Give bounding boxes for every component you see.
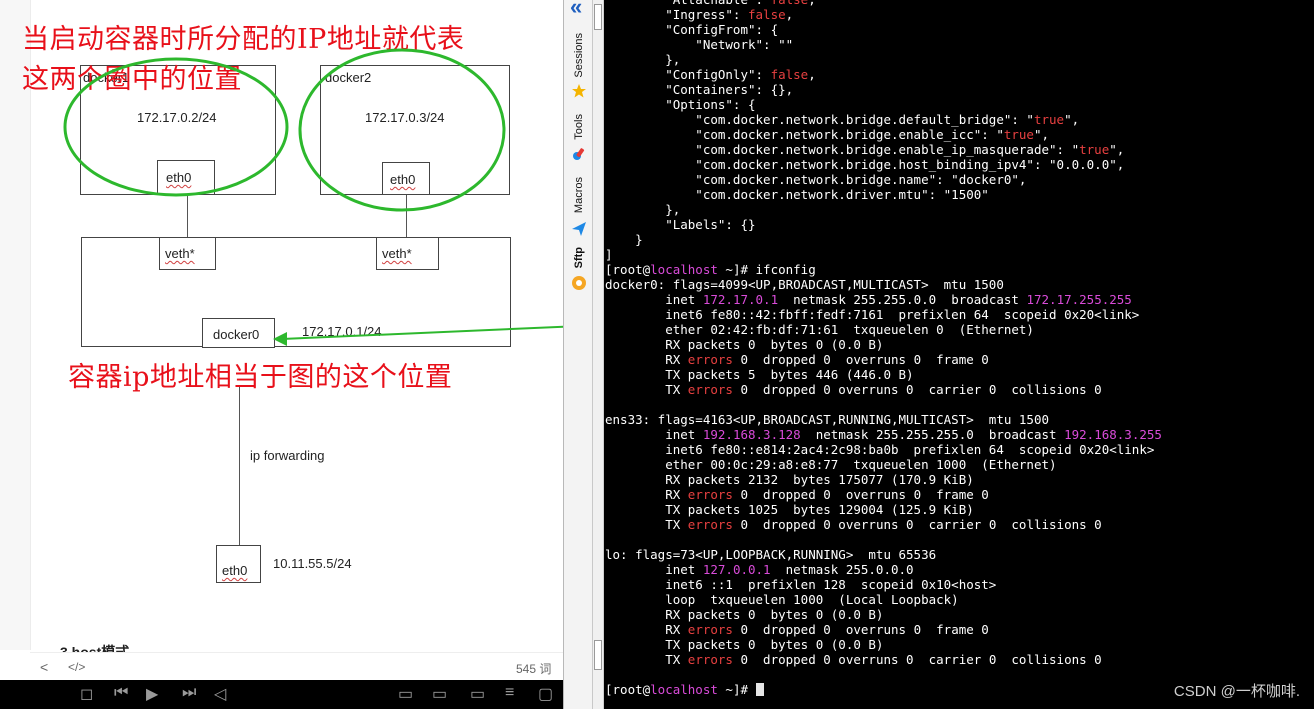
code-view-button[interactable]: </> <box>68 660 85 674</box>
csdn-watermark: CSDN @一杯咖啡. <box>1173 683 1300 700</box>
annotation-top-line1: 当启动容器时所分配的IP地址就代表 <box>22 24 465 55</box>
forwarding-label: ip forwarding <box>250 448 325 463</box>
bridge-box <box>81 237 511 347</box>
tab-sftp[interactable]: Sftp <box>566 244 592 272</box>
host-ip: 10.11.55.5/24 <box>273 556 352 571</box>
scroll-up-arrow[interactable] <box>594 4 602 30</box>
terminal-cursor <box>755 683 764 696</box>
connector-c2 <box>406 195 407 238</box>
volume-icon[interactable]: ◁ <box>214 684 226 704</box>
tab-sessions[interactable]: Sessions <box>566 28 592 82</box>
document-status-bar: < </> 545 词 <box>30 652 563 683</box>
expand-icon[interactable]: ▢ <box>538 684 553 704</box>
container2-ip: 172.17.0.3/24 <box>365 110 445 125</box>
menu-icon[interactable]: ≡ <box>505 684 514 702</box>
stop-icon[interactable]: ◻ <box>80 684 93 704</box>
connector-c1 <box>187 195 188 238</box>
tab-tools[interactable]: Tools <box>566 108 592 146</box>
back-button[interactable]: < <box>40 659 48 675</box>
veth-right: veth* <box>382 246 412 261</box>
annotation-mid: 容器ip地址相当于图的这个位置 <box>68 362 453 393</box>
annotation-top-line2: 这两个圈中的位置 <box>22 64 242 95</box>
macros-icon <box>572 222 586 236</box>
media-control-bar: ◻ ⏮ ▶ ⏭ ◁ ▭ ▭ ▭ ≡ ▢ <box>0 680 563 709</box>
terminal-scrollbar[interactable] <box>593 0 604 709</box>
forwarding-line <box>239 385 240 545</box>
collapse-icon[interactable]: « <box>570 0 582 20</box>
star-icon <box>572 84 586 98</box>
next-icon[interactable]: ⏭ <box>182 684 196 702</box>
tools-icon <box>573 148 585 160</box>
document-gutter <box>0 0 31 650</box>
container2-eth: eth0 <box>390 172 416 187</box>
play-icon[interactable]: ▶ <box>146 684 158 704</box>
word-count: 545 词 <box>516 662 552 676</box>
fullscreen-icon[interactable]: ▭ <box>432 684 447 704</box>
document-panel: docker1 172.17.0.2/24 eth0 docker2 172.1… <box>0 0 563 709</box>
settings-icon[interactable]: ▭ <box>470 684 485 704</box>
veth-left: veth* <box>165 246 195 261</box>
terminal-output: "Attachable": false, "Ingress": false, "… <box>605 0 1162 697</box>
bridge-ip: 172.17.0.1/24 <box>302 324 382 339</box>
container1-ip: 172.17.0.2/24 <box>137 110 217 125</box>
tab-macros[interactable]: Macros <box>566 172 592 218</box>
terminal-window[interactable]: "Attachable": false, "Ingress": false, "… <box>604 0 1314 709</box>
sftp-icon <box>572 276 586 290</box>
container2-label: docker2 <box>325 70 372 85</box>
bridge-label: docker0 <box>213 327 260 342</box>
session-sidebar: « Sessions Tools Macros Sftp <box>563 0 593 709</box>
playlist-icon[interactable]: ▭ <box>398 684 413 704</box>
scroll-down-arrow[interactable] <box>594 640 602 670</box>
previous-icon[interactable]: ⏮ <box>114 684 128 702</box>
container1-eth: eth0 <box>166 170 192 185</box>
host-eth: eth0 <box>222 563 248 578</box>
